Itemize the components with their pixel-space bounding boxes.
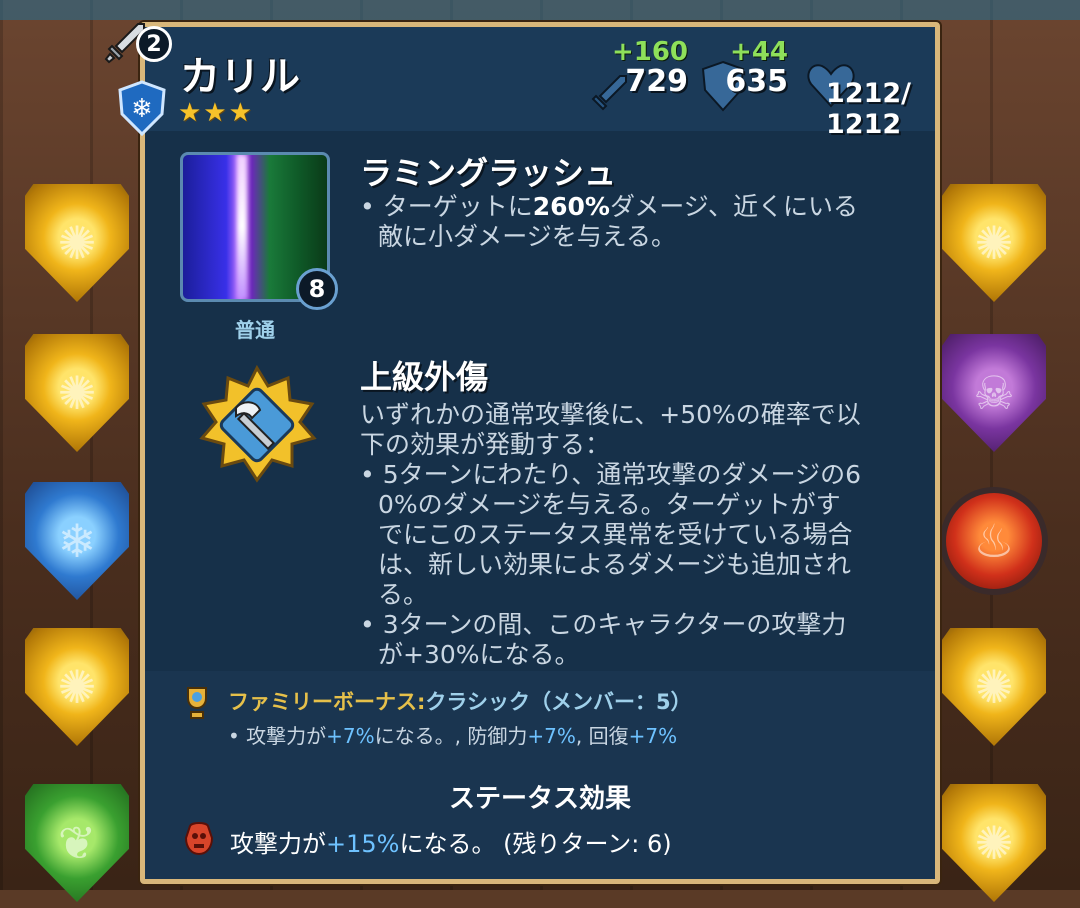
hero-name: カリル: [180, 54, 300, 100]
special-desc-line-1: • ターゲットに260%ダメージ、近くにいる: [360, 192, 858, 221]
attack-bonus: +160: [611, 37, 688, 67]
passive-line: いずれかの通常攻撃後に、+50%の確率で以: [360, 400, 861, 429]
passive-line: でにこのステータス異常を受けている場合: [378, 520, 853, 549]
family-label: ファミリーボーナス:: [228, 690, 426, 714]
special-skill-name: ラミングラッシュ: [360, 154, 617, 192]
passive-skill-description: いずれかの通常攻撃後に、+50%の確率で以 下の効果が発動する： • 5ターンに…: [360, 400, 920, 670]
passive-line: 0%のダメージを与える。ターゲットがす: [378, 490, 841, 519]
family-bonus-values: • 攻撃力が+7%になる。, 防御力+7%, 回復+7%: [228, 724, 678, 748]
sun-gem: ✺: [18, 328, 136, 458]
hero-level-badge: 2: [104, 20, 176, 64]
passive-skill-name: 上級外傷: [360, 358, 489, 396]
passive-line: が+30%になる。: [378, 640, 580, 669]
passive-line: る。: [378, 580, 429, 609]
sun-gem: ✺: [935, 622, 1053, 752]
passive-line: • 5ターンにわたり、通常攻撃のダメージの6: [360, 460, 862, 489]
status-effects-title: ステータス効果: [448, 784, 631, 814]
attack-up-status-icon: [184, 822, 214, 856]
family-trophy-icon: [187, 687, 207, 719]
axe-passive-icon: [199, 364, 317, 483]
fire-gem: ♨: [935, 476, 1053, 606]
status-effect-attack-up: 攻撃力が+15%になる。 (残りターン: 6): [230, 830, 672, 858]
skull-gem: ☠: [935, 328, 1053, 458]
hero-stars: ★★★: [178, 98, 254, 128]
defense-value: 635: [725, 64, 788, 99]
passive-line: は、新しい効果によるダメージも追加され: [378, 550, 852, 579]
ice-gem: ❄: [18, 476, 136, 606]
attack-stat: +160 729: [604, 38, 688, 98]
sun-gem: ✺: [18, 622, 136, 752]
sun-gem: ✺: [935, 178, 1053, 308]
defense-stat: +44 635: [716, 38, 788, 98]
health-value: 1212/ 1212: [826, 78, 912, 140]
sun-gem: ✺: [18, 178, 136, 308]
svg-text:❄: ❄: [131, 94, 153, 124]
family-bonus-title: ファミリーボーナス:クラシック（メンバー：5）: [228, 686, 692, 716]
health-stat: 1212/ 1212: [826, 40, 912, 159]
ice-element-icon: ❄: [118, 80, 166, 136]
family-class: クラシック（メンバー：5）: [425, 690, 692, 714]
mana-speed-badge: 8: [296, 268, 338, 310]
mana-speed-label: 普通: [235, 318, 275, 342]
special-skill-description: • ターゲットに260%ダメージ、近くにいる 敵に小ダメージを与える。: [360, 192, 858, 252]
passive-line: • 3ターンの間、このキャラクターの攻撃力: [360, 610, 847, 639]
defense-bonus: +44: [730, 37, 788, 67]
hero-level: 2: [136, 26, 172, 62]
skill-beam: [237, 155, 247, 299]
special-desc-line-2: 敵に小ダメージを与える。: [378, 222, 677, 251]
passive-line: 下の効果が発動する：: [360, 430, 611, 459]
attack-value: 729: [625, 64, 688, 99]
